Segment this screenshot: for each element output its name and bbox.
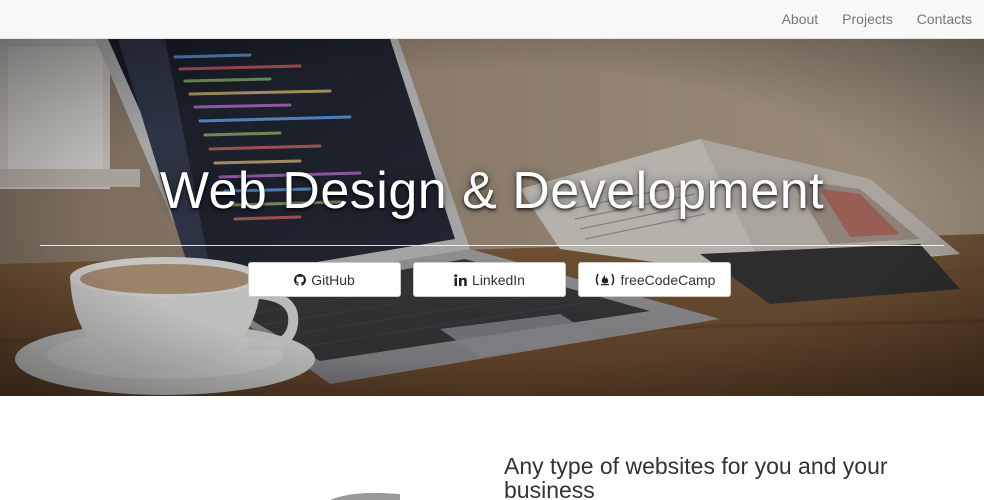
services-section: Any type of websites for you and your bu… <box>0 396 984 500</box>
nav-link-projects[interactable]: Projects <box>830 0 905 39</box>
hero-title: Web Design & Development <box>159 162 825 220</box>
github-button[interactable]: GitHub <box>248 262 401 297</box>
linkedin-button[interactable]: LinkedIn <box>413 262 566 297</box>
nav-link-contacts[interactable]: Contacts <box>905 0 984 39</box>
nav-links: About Projects Contacts <box>770 0 984 39</box>
hero-banner: Web Design & Development GitHub LinkedIn <box>0 39 984 396</box>
top-navbar: About Projects Contacts <box>0 0 984 39</box>
linkedin-button-label: LinkedIn <box>472 271 525 288</box>
freecodecamp-button[interactable]: freeCodeCamp <box>578 262 731 297</box>
github-button-label: GitHub <box>311 271 355 288</box>
github-icon <box>294 273 307 286</box>
hero-divider <box>40 245 944 246</box>
linkedin-icon <box>454 273 467 286</box>
section-illustration <box>330 492 400 500</box>
section-heading: Any type of websites for you and your bu… <box>504 453 888 500</box>
nav-link-about[interactable]: About <box>770 0 831 39</box>
freecodecamp-button-label: freeCodeCamp <box>620 271 716 288</box>
freecodecamp-icon <box>594 273 616 286</box>
social-buttons: GitHub LinkedIn freeCodeCamp <box>248 262 731 297</box>
